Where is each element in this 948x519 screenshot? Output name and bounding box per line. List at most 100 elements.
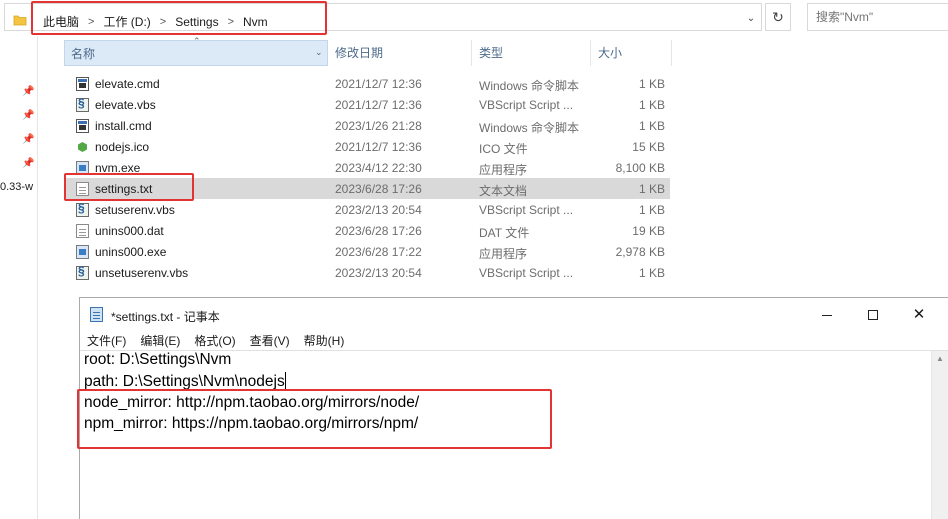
file-size: 15 KB [632, 140, 665, 154]
chevron-down-icon[interactable]: ⌄ [744, 13, 758, 25]
file-row-install-cmd[interactable]: install.cmd 2023/1/26 21:28 Windows 命令脚本… [64, 115, 670, 136]
vbs-file-icon [76, 96, 89, 112]
file-row-settings-txt[interactable]: settings.txt 2023/6/28 17:26 文本文档 1 KB [64, 178, 670, 199]
file-list: elevate.cmd 2021/12/7 12:36 Windows 命令脚本… [64, 73, 674, 283]
breadcrumb-this-pc[interactable]: 此电脑 [43, 13, 79, 30]
text-line: root: D:\Settings\Nvm [84, 351, 231, 369]
file-date: 2023/6/28 17:26 [335, 182, 422, 196]
close-icon: ✕ [912, 306, 926, 323]
search-box[interactable] [807, 3, 948, 31]
file-date: 2021/12/7 12:36 [335, 77, 422, 91]
pin-icon[interactable]: 📌 [22, 86, 34, 98]
menu-format[interactable]: 格式(O) [194, 332, 235, 349]
text-line: node_mirror: http://npm.taobao.org/mirro… [84, 394, 419, 412]
text-line-content: npm_mirror: https://npm.taobao.org/mirro… [84, 415, 419, 432]
file-name: nodejs.ico [95, 140, 150, 154]
exe-file-icon [76, 161, 89, 175]
menu-bar: 文件(F) 编辑(E) 格式(O) 查看(V) 帮助(H) [80, 330, 948, 350]
refresh-button[interactable]: ↻ [765, 3, 791, 31]
pin-icon[interactable]: 📌 [22, 158, 34, 170]
file-name: nvm.exe [95, 161, 141, 175]
file-type: 应用程序 [479, 163, 528, 177]
refresh-icon: ↻ [772, 9, 784, 25]
exe-file-icon [76, 245, 89, 259]
breadcrumb-nvm[interactable]: Nvm [243, 15, 268, 29]
file-type: 文本文档 [479, 184, 528, 198]
vbs-file-icon [76, 201, 89, 217]
chevron-right-icon[interactable]: > [160, 16, 166, 28]
file-type: DAT 文件 [479, 226, 530, 240]
file-date: 2023/1/26 21:28 [335, 119, 422, 133]
file-type: VBScript Script ... [479, 266, 574, 280]
breadcrumb-settings[interactable]: Settings [175, 15, 218, 29]
dat-file-icon [76, 224, 89, 238]
column-header-name[interactable]: 名称 [64, 40, 328, 66]
column-header-type[interactable]: 类型 [473, 40, 591, 66]
menu-view[interactable]: 查看(V) [250, 332, 290, 349]
minimize-button[interactable] [804, 298, 850, 330]
file-name: install.cmd [95, 119, 152, 133]
notepad-title-bar[interactable]: *settings.txt - 记事本 ✕ [80, 298, 948, 330]
file-row-elevate-vbs[interactable]: elevate.vbs 2021/12/7 12:36 VBScript Scr… [64, 94, 670, 115]
column-header-date[interactable]: 修改日期 [329, 40, 472, 66]
pin-icon[interactable]: 📌 [22, 110, 34, 122]
file-row-elevate-cmd[interactable]: elevate.cmd 2021/12/7 12:36 Windows 命令脚本… [64, 73, 670, 94]
menu-help[interactable]: 帮助(H) [304, 332, 345, 349]
minimize-icon [822, 314, 832, 316]
text-caret [284, 372, 286, 389]
chevron-down-icon[interactable]: ⌄ [315, 47, 323, 58]
nodejs-icon [76, 140, 89, 154]
file-date: 2023/2/13 20:54 [335, 203, 422, 217]
file-row-unins000-exe[interactable]: unins000.exe 2023/6/28 17:22 应用程序 2,978 … [64, 241, 670, 262]
file-type: ICO 文件 [479, 142, 528, 156]
menu-file[interactable]: 文件(F) [87, 332, 126, 349]
notepad-window: *settings.txt - 记事本 ✕ 文件(F) 编辑(E) 格式(O) … [79, 297, 948, 519]
file-name: settings.txt [95, 182, 153, 196]
file-row-nvm-exe[interactable]: nvm.exe 2023/4/12 22:30 应用程序 8,100 KB [64, 157, 670, 178]
text-line: path: D:\Settings\Nvm\nodejs [84, 372, 286, 391]
address-bar[interactable]: 此电脑 > 工作 (D:) > Settings > Nvm ⌄ [4, 3, 762, 31]
maximize-button[interactable] [850, 298, 896, 330]
notepad-icon [90, 307, 103, 322]
menu-edit[interactable]: 编辑(E) [140, 332, 180, 349]
scroll-up-icon[interactable]: ▲ [936, 354, 944, 363]
close-button[interactable]: ✕ [896, 298, 942, 330]
text-line-content: node_mirror: http://npm.taobao.org/mirro… [84, 394, 420, 411]
file-name: unsetuserenv.vbs [95, 266, 189, 280]
pin-icon[interactable]: 📌 [22, 134, 34, 146]
nav-item-label[interactable]: 0.33-w [0, 181, 33, 193]
chevron-right-icon[interactable]: > [88, 16, 94, 28]
file-size: 1 KB [638, 266, 665, 280]
file-size: 1 KB [638, 182, 665, 196]
file-size: 1 KB [638, 77, 665, 91]
file-type: Windows 命令脚本 [479, 79, 580, 93]
file-name: elevate.vbs [95, 98, 156, 112]
text-file-icon [76, 182, 89, 196]
cmd-file-icon [76, 119, 89, 133]
file-row-unsetuserenv-vbs[interactable]: unsetuserenv.vbs 2023/2/13 20:54 VBScrip… [64, 262, 670, 283]
file-date: 2023/6/28 17:22 [335, 245, 422, 259]
file-size: 8,100 KB [615, 161, 665, 175]
file-row-nodejs-ico[interactable]: nodejs.ico 2021/12/7 12:36 ICO 文件 15 KB [64, 136, 670, 157]
text-editor-area[interactable]: root: D:\Settings\Nvm path: D:\Settings\… [80, 350, 948, 519]
navigation-pane[interactable]: 📌 📌 📌 📌 0.33-w [0, 36, 38, 519]
vertical-scrollbar[interactable]: ▲ [931, 351, 948, 519]
file-date: 2023/6/28 17:26 [335, 224, 422, 238]
file-row-unins000-dat[interactable]: unins000.dat 2023/6/28 17:26 DAT 文件 19 K… [64, 220, 670, 241]
file-name: unins000.exe [95, 245, 167, 259]
search-input[interactable] [808, 4, 948, 30]
file-date: 2023/2/13 20:54 [335, 266, 422, 280]
chevron-right-icon[interactable]: > [228, 16, 234, 28]
column-header-date-label: 修改日期 [335, 46, 384, 60]
breadcrumb-drive-d[interactable]: 工作 (D:) [103, 13, 150, 30]
file-size: 19 KB [632, 224, 665, 238]
explorer-address-row: 此电脑 > 工作 (D:) > Settings > Nvm ⌄ ↻ [0, 0, 948, 36]
screen: 此电脑 > 工作 (D:) > Settings > Nvm ⌄ ↻ 📌 📌 📌… [0, 0, 948, 519]
file-size: 2,978 KB [615, 245, 665, 259]
column-header-size[interactable]: 大小 [592, 40, 672, 66]
file-row-setuserenv-vbs[interactable]: setuserenv.vbs 2023/2/13 20:54 VBScript … [64, 199, 670, 220]
file-type: 应用程序 [479, 247, 528, 261]
file-date: 2021/12/7 12:36 [335, 98, 422, 112]
window-title: *settings.txt - 记事本 [111, 310, 220, 324]
text-line-content: path: D:\Settings\Nvm\nodejs [84, 373, 285, 390]
